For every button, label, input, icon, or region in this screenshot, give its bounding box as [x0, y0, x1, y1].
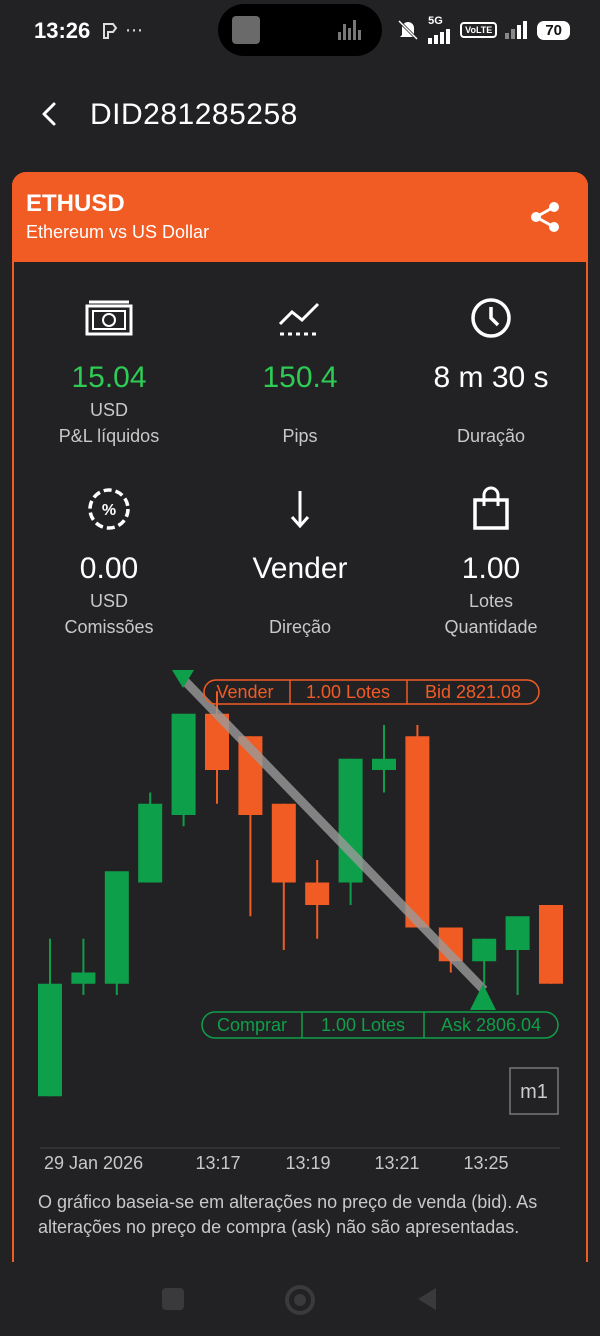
bag-icon [473, 486, 509, 530]
commission-unit: USD [89, 591, 128, 611]
status-bar: 13:26 ⋯ 5G VoLTE 70 [0, 0, 600, 64]
candle-body [171, 713, 196, 815]
sell-side-label: Vender [216, 682, 273, 702]
notification-icons: ⋯ [100, 20, 143, 41]
stat-direction: Vender Direção [205, 485, 395, 638]
trend-icon [278, 302, 320, 336]
back-nav-icon[interactable] [414, 1286, 440, 1312]
x-label-1317: 13:17 [195, 1153, 240, 1173]
candle-body [104, 871, 129, 984]
mute-icon [398, 19, 419, 41]
sell-lots-label: 1.00 Lotes [306, 682, 390, 702]
battery-icon: 70 [537, 20, 570, 40]
candle-body [505, 916, 530, 950]
candle-body [138, 803, 163, 883]
candlestick-chart[interactable]: Vender 1.00 Lotes Bid 2821.08 Comprar 1.… [14, 660, 586, 1190]
candle-body [38, 983, 62, 1097]
audio-wave-icon [338, 20, 366, 40]
status-time: 13:26 [34, 18, 91, 43]
page-title: DID281285258 [90, 98, 298, 131]
chevron-left-icon[interactable] [30, 94, 70, 134]
volte-icon: VoLTE [460, 22, 498, 38]
candle-body [539, 905, 563, 984]
recents-icon[interactable] [160, 1286, 186, 1312]
stat-pnl: 15.04 USD P&L líquidos [14, 294, 204, 447]
pips-value: 150.4 [262, 361, 338, 394]
buy-side-label: Comprar [217, 1015, 287, 1035]
candle-body [405, 736, 430, 928]
stat-duration: 8 m 30 s Duração [396, 294, 586, 447]
more-notifications-icon: ⋯ [125, 20, 144, 40]
x-label-date: 29 Jan 2026 [44, 1153, 143, 1173]
stat-quantity: 1.00 Lotes Quantidade [396, 485, 586, 638]
media-thumbnail [232, 16, 260, 44]
candle-body [472, 938, 497, 962]
page-header: DID281285258 [0, 88, 600, 144]
direction-value: Vender [252, 552, 348, 585]
pnl-label: P&L líquidos [58, 426, 160, 446]
share-icon[interactable] [528, 200, 562, 234]
commission-value: 0.00 [79, 552, 139, 585]
symbol-description: Ethereum vs US Dollar [26, 222, 210, 242]
sell-order-tag: Vender 1.00 Lotes Bid 2821.08 [203, 679, 540, 705]
app-notification-icon [103, 23, 118, 40]
duration-value: 8 m 30 s [433, 361, 549, 394]
x-label-1321: 13:21 [374, 1153, 419, 1173]
x-label-1325: 13:25 [463, 1153, 508, 1173]
sell-price-label: Bid 2821.08 [425, 682, 521, 702]
candle-body [305, 882, 330, 905]
commission-label: Comissões [64, 617, 154, 637]
system-nav-bar [0, 1262, 600, 1336]
quantity-unit: Lotes [468, 591, 514, 611]
stat-commission: % 0.00 USD Comissões [14, 485, 204, 638]
timeframe-button[interactable]: m1 [509, 1067, 559, 1115]
symbol-name: ETHUSD [26, 190, 125, 217]
x-label-1319: 13:19 [285, 1153, 330, 1173]
svg-text:%: % [102, 502, 116, 519]
card-header: ETHUSD Ethereum vs US Dollar [12, 172, 588, 262]
chart-note: O gráfico baseia-se em alterações no pre… [38, 1192, 538, 1237]
percent-icon: % [88, 488, 130, 530]
pnl-unit: USD [89, 400, 128, 420]
buy-price-label: Ask 2806.04 [441, 1015, 541, 1035]
network-5g-icon: 5G [428, 16, 452, 44]
status-right-icons: 5G VoLTE 70 [396, 16, 570, 44]
direction-label: Direção [268, 617, 332, 637]
money-icon [85, 300, 133, 336]
duration-label: Duração [456, 426, 526, 446]
signal-icon [505, 21, 529, 39]
candle-body [71, 972, 96, 984]
clock-icon [471, 298, 511, 338]
quantity-value: 1.00 [461, 552, 521, 585]
candle-body [372, 758, 396, 770]
home-icon[interactable] [284, 1284, 316, 1316]
quantity-label: Quantidade [444, 617, 538, 637]
arrow-down-icon [290, 491, 310, 529]
pnl-value: 15.04 [71, 361, 147, 394]
trade-line [180, 676, 488, 994]
candle-body [271, 803, 296, 883]
exit-marker [470, 984, 496, 1010]
dynamic-island [218, 4, 382, 56]
buy-lots-label: 1.00 Lotes [321, 1015, 405, 1035]
pips-label: Pips [282, 426, 318, 446]
buy-order-tag: Comprar 1.00 Lotes Ask 2806.04 [201, 1011, 559, 1039]
stat-pips: 150.4 Pips [205, 294, 395, 447]
timeframe-label: m1 [520, 1081, 548, 1103]
